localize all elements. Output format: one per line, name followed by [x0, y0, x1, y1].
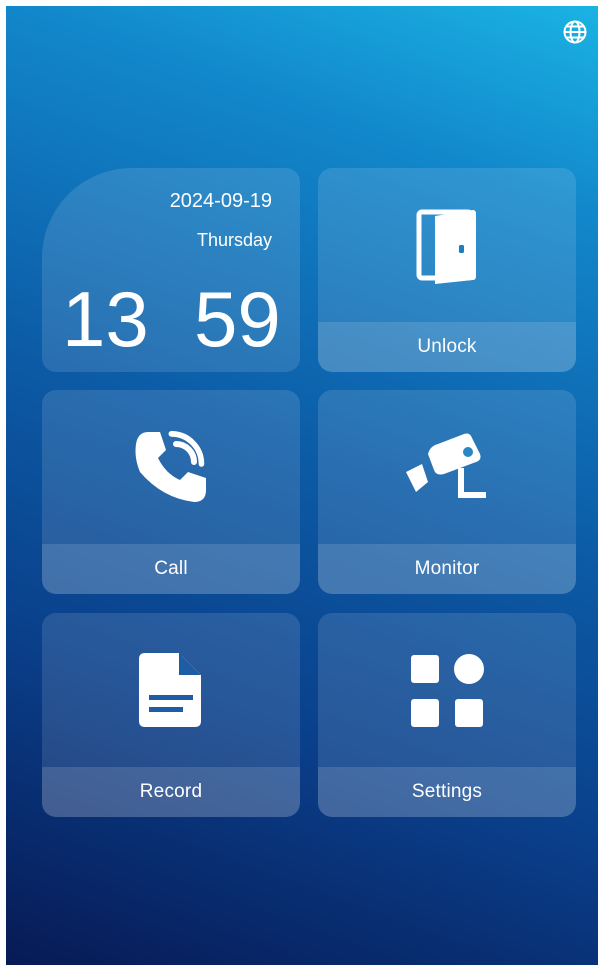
home-screen: 2024-09-19 Thursday 13 59 Unlock Call Mo…	[6, 6, 598, 965]
grid-apps-icon	[409, 653, 485, 734]
record-label: Record	[42, 767, 300, 817]
settings-button[interactable]: Settings	[318, 613, 576, 817]
call-label: Call	[42, 544, 300, 594]
document-icon	[139, 651, 203, 734]
globe-icon[interactable]	[562, 19, 588, 45]
clock-hour: 13	[62, 275, 149, 363]
clock-widget: 2024-09-19 Thursday 13 59	[42, 168, 300, 372]
camera-icon	[404, 432, 490, 509]
date-text: 2024-09-19	[169, 190, 272, 212]
unlock-label: Unlock	[318, 322, 576, 372]
door-icon	[415, 208, 479, 289]
monitor-label: Monitor	[318, 544, 576, 594]
phone-icon	[132, 428, 210, 511]
call-button[interactable]: Call	[42, 390, 300, 594]
monitor-button[interactable]: Monitor	[318, 390, 576, 594]
record-button[interactable]: Record	[42, 613, 300, 817]
unlock-button[interactable]: Unlock	[318, 168, 576, 372]
weekday-text: Thursday	[196, 230, 272, 250]
settings-label: Settings	[318, 767, 576, 817]
clock-minute: 59	[194, 275, 281, 363]
